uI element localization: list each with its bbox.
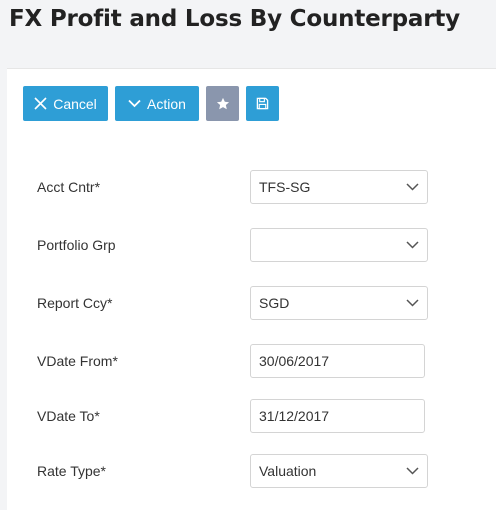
action-button-label: Action [147, 95, 186, 112]
vdate-from-label: VDate From* [37, 353, 118, 369]
report-ccy-label: Report Ccy* [37, 295, 113, 311]
chevron-down-icon [406, 241, 419, 249]
chevron-down-icon [406, 183, 419, 191]
rate-type-row: Rate Type* Valuation [37, 454, 437, 488]
report-ccy-row: Report Ccy* SGD [37, 286, 437, 320]
chevron-down-icon [128, 99, 141, 108]
save-button[interactable] [246, 86, 279, 121]
portfolio-grp-label: Portfolio Grp [37, 237, 116, 253]
vdate-to-input[interactable]: 31/12/2017 [250, 399, 425, 433]
page-title: FX Profit and Loss By Counterparty [9, 6, 460, 32]
vdate-from-value: 30/06/2017 [259, 353, 330, 369]
report-form-panel: Cancel Action Acct Cntr* TFS-SG Portfoli… [7, 68, 496, 510]
vdate-to-row: VDate To* 31/12/2017 [37, 399, 437, 433]
portfolio-grp-select[interactable] [250, 228, 428, 262]
rate-type-select[interactable]: Valuation [250, 454, 428, 488]
acct-cntr-select[interactable]: TFS-SG [250, 170, 428, 204]
acct-cntr-label: Acct Cntr* [37, 179, 101, 195]
portfolio-grp-row: Portfolio Grp [37, 228, 437, 262]
action-button[interactable]: Action [115, 86, 199, 121]
save-icon [256, 97, 269, 110]
vdate-to-label: VDate To* [37, 408, 100, 424]
cancel-button-label: Cancel [53, 95, 97, 112]
report-ccy-select[interactable]: SGD [250, 286, 428, 320]
vdate-from-input[interactable]: 30/06/2017 [250, 344, 425, 378]
chevron-down-icon [406, 467, 419, 475]
vdate-to-value: 31/12/2017 [259, 408, 330, 424]
cancel-button[interactable]: Cancel [23, 86, 108, 121]
vdate-from-row: VDate From* 30/06/2017 [37, 344, 437, 378]
rate-type-label: Rate Type* [37, 463, 107, 479]
close-icon [34, 97, 47, 110]
acct-cntr-value: TFS-SG [259, 179, 311, 195]
star-icon [216, 97, 230, 111]
report-ccy-value: SGD [259, 295, 290, 311]
chevron-down-icon [406, 299, 419, 307]
acct-cntr-row: Acct Cntr* TFS-SG [37, 170, 437, 204]
favorite-button[interactable] [206, 86, 239, 121]
rate-type-value: Valuation [259, 463, 317, 479]
